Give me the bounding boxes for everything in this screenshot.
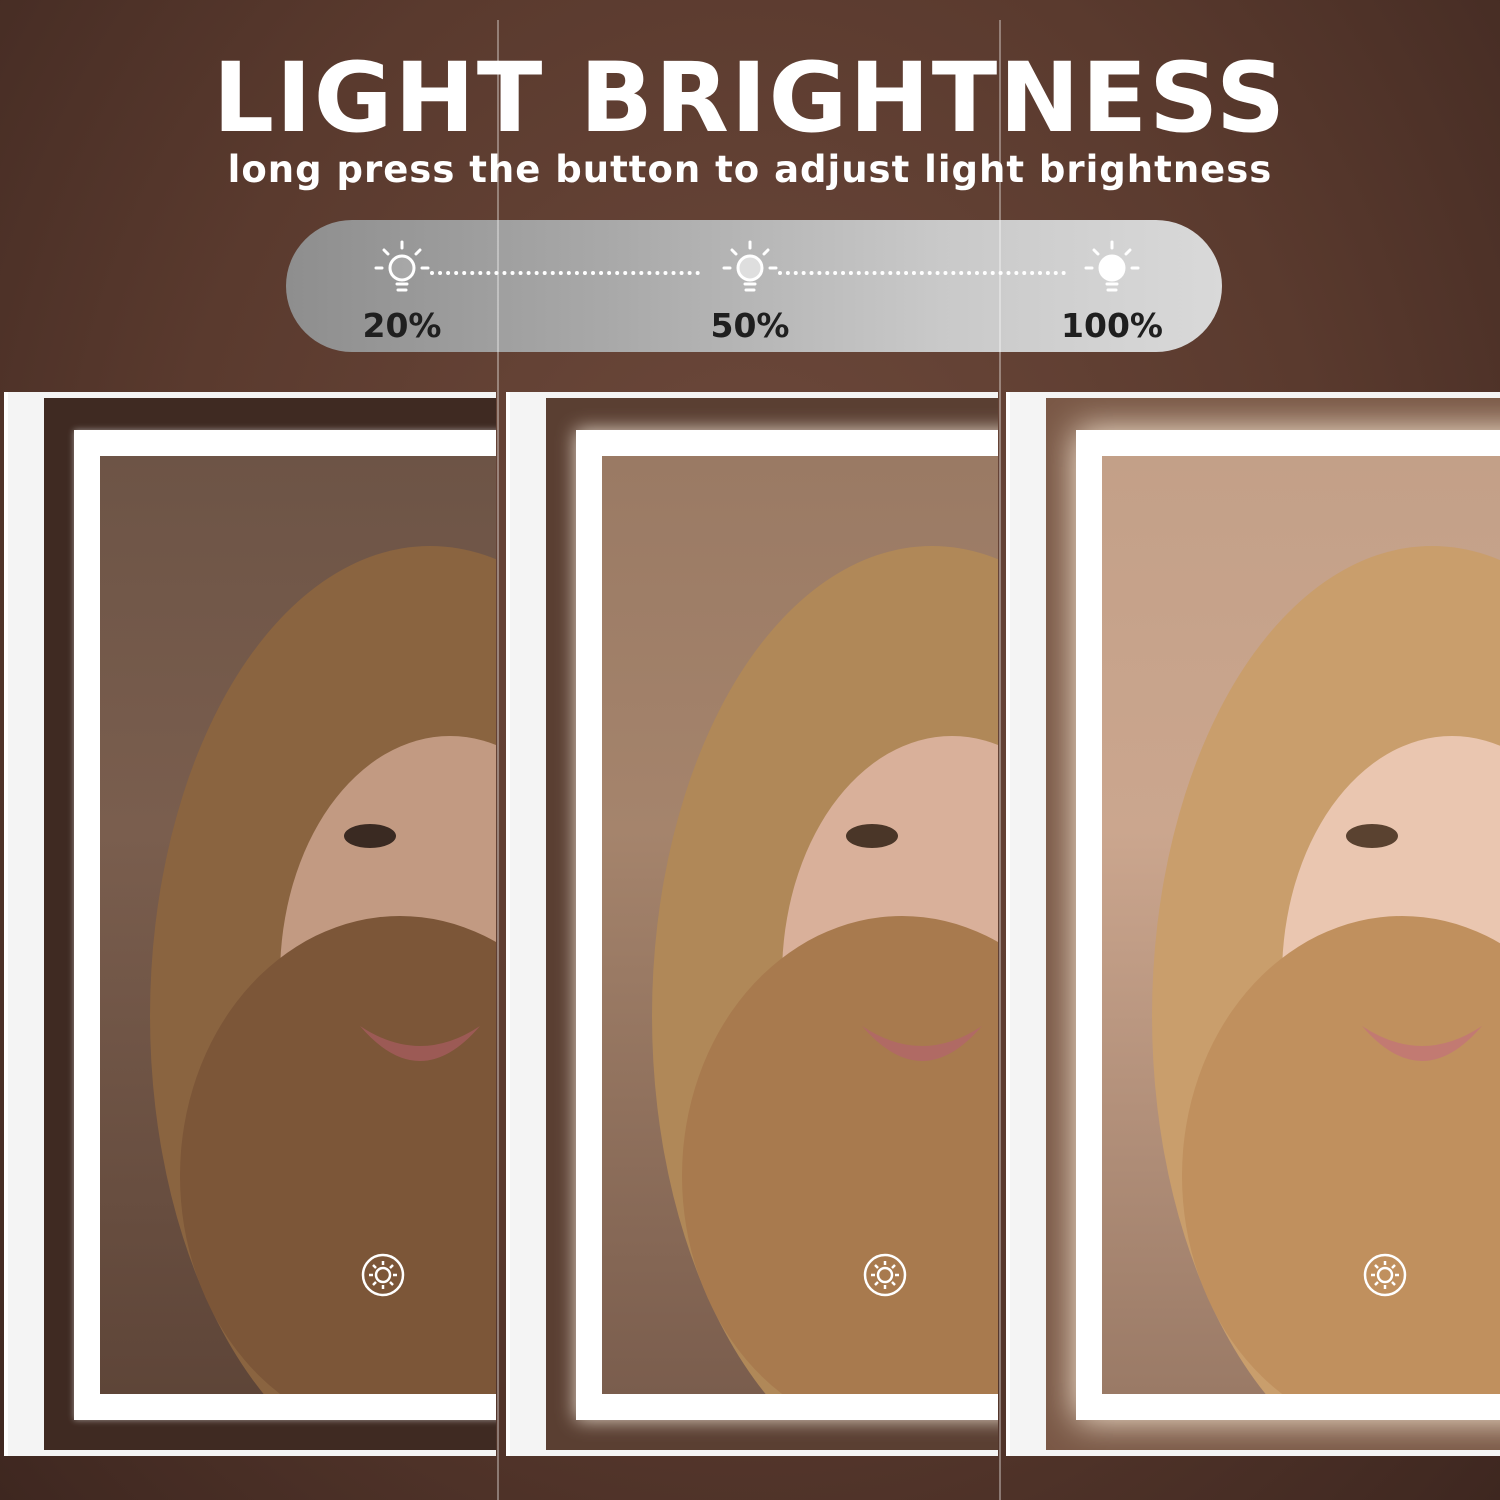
panel-divider [497,20,499,1500]
page-title: LIGHT BRIGHTNESS [212,42,1288,154]
brightness-level-20: 20% [342,238,462,345]
brightness-level-100: 100% [1052,238,1172,345]
scale-dotted-line [778,271,1066,275]
portrait-reflection [652,546,998,1394]
lightbulb-icon [722,240,778,292]
mirror-panel-100 [1006,392,1500,1456]
sun-touch-icon[interactable] [862,1252,908,1298]
brightness-label-20: 20% [362,306,442,345]
sun-touch-icon[interactable] [1362,1252,1408,1298]
portrait-reflection [150,546,496,1394]
mirror-reflection [100,456,496,1394]
page-subtitle: long press the button to adjust light br… [227,148,1273,191]
lightbulb-icon [1084,240,1140,292]
brightness-label-100: 100% [1061,306,1163,345]
mirror-reflection [602,456,998,1394]
brightness-label-50: 50% [710,306,790,345]
brightness-scale: 20% 50% 100% [286,220,1222,352]
panel-divider [999,20,1001,1500]
lightbulb-icon [374,240,430,292]
mirror-panel-50 [506,392,998,1456]
mirror-panel-20 [4,392,496,1456]
scale-dotted-line [430,271,700,275]
sun-touch-icon[interactable] [360,1252,406,1298]
mirror-reflection [1102,456,1500,1394]
portrait-reflection [1152,546,1500,1394]
brightness-level-50: 50% [690,238,810,345]
